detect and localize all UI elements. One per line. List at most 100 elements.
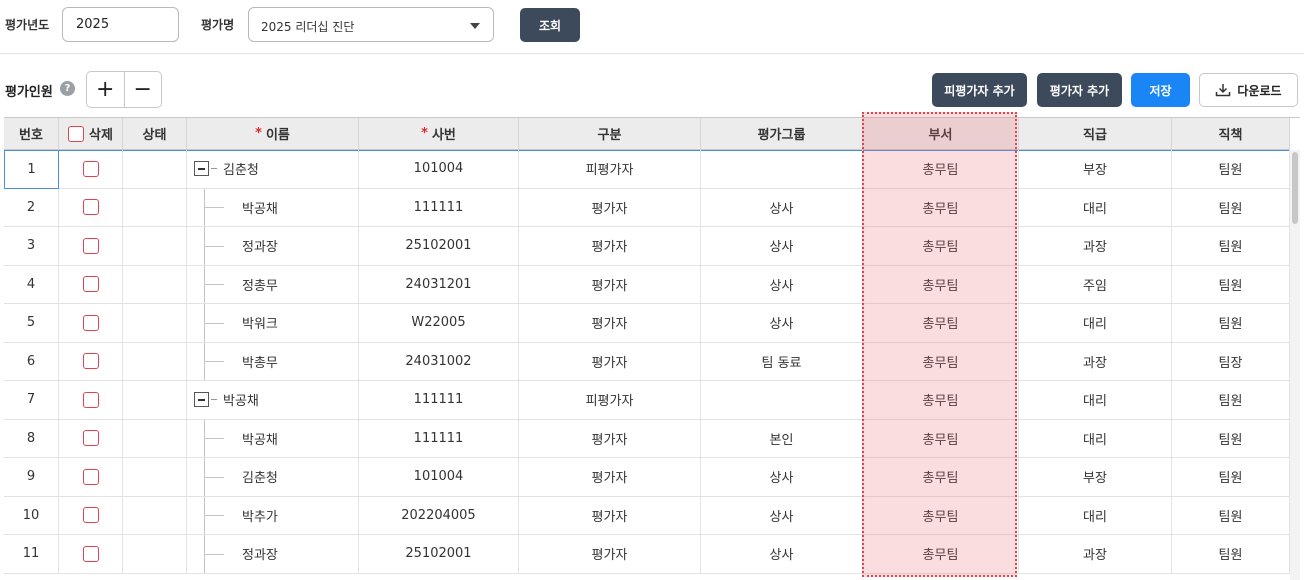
cell-position[interactable]: 팀원	[1172, 535, 1290, 574]
cell-type[interactable]: 평가자	[519, 458, 701, 497]
cell-no[interactable]: 5	[4, 304, 59, 343]
cell-name[interactable]: 김춘청	[187, 458, 359, 497]
cell-dept[interactable]: 총무팀	[863, 381, 1019, 420]
cell-position[interactable]: 팀장	[1172, 342, 1290, 381]
help-icon[interactable]: ?	[60, 81, 75, 96]
cell-emp-id[interactable]: 202204005	[359, 496, 519, 535]
cell-status[interactable]	[123, 458, 187, 497]
table-row[interactable]: 6 박총무 24031002 평가자 팀 동료 총무팀 과장 팀장	[4, 342, 1290, 381]
delete-checkbox[interactable]	[82, 391, 99, 408]
table-row[interactable]: 4 정총무 24031201 평가자 상사 총무팀 주임 팀원	[4, 265, 1290, 304]
cell-position[interactable]: 팀원	[1172, 381, 1290, 420]
cell-dept[interactable]: 총무팀	[863, 458, 1019, 497]
cell-rank[interactable]: 과장	[1019, 227, 1172, 266]
table-row[interactable]: 10 박추가 202204005 평가자 상사 총무팀 대리 팀원	[4, 496, 1290, 535]
cell-emp-id[interactable]: 25102001	[359, 227, 519, 266]
cell-name[interactable]: 박총무	[187, 342, 359, 381]
cell-status[interactable]	[123, 265, 187, 304]
cell-type[interactable]: 평가자	[519, 496, 701, 535]
cell-no[interactable]: 3	[4, 227, 59, 266]
cell-emp-id[interactable]: 101004	[359, 150, 519, 189]
cell-group[interactable]	[701, 381, 863, 420]
cell-status[interactable]	[123, 342, 187, 381]
cell-name[interactable]: 박공채	[187, 188, 359, 227]
cell-status[interactable]	[123, 535, 187, 574]
cell-name[interactable]: 정과장	[187, 535, 359, 574]
table-row[interactable]: 3 정과장 25102001 평가자 상사 총무팀 과장 팀원	[4, 227, 1290, 266]
cell-status[interactable]	[123, 227, 187, 266]
cell-group[interactable]: 상사	[701, 265, 863, 304]
cell-name[interactable]: 정총무	[187, 265, 359, 304]
collapse-icon[interactable]	[194, 392, 209, 408]
cell-no[interactable]: 1	[4, 150, 59, 189]
cell-emp-id[interactable]: 101004	[359, 458, 519, 497]
table-row[interactable]: 9 김춘청 101004 평가자 상사 총무팀 부장 팀원	[4, 458, 1290, 497]
cell-status[interactable]	[123, 496, 187, 535]
cell-position[interactable]: 팀원	[1172, 188, 1290, 227]
cell-no[interactable]: 8	[4, 419, 59, 458]
cell-group[interactable]	[701, 150, 863, 189]
cell-dept[interactable]: 총무팀	[863, 535, 1019, 574]
save-button[interactable]: 저장	[1131, 73, 1190, 107]
scrollbar-thumb[interactable]	[1292, 152, 1298, 224]
cell-group[interactable]: 상사	[701, 304, 863, 343]
cell-dept[interactable]: 총무팀	[863, 150, 1019, 189]
cell-type[interactable]: 평가자	[519, 227, 701, 266]
table-row[interactable]: 11 정과장 25102001 평가자 상사 총무팀 과장 팀원	[4, 535, 1290, 574]
cell-type[interactable]: 평가자	[519, 188, 701, 227]
cell-group[interactable]: 본인	[701, 419, 863, 458]
cell-group[interactable]: 상사	[701, 458, 863, 497]
table-row[interactable]: 7 박공채 111111 피평가자 총무팀 대리 팀원	[4, 381, 1290, 420]
remove-row-button[interactable]: −	[123, 72, 162, 107]
cell-dept[interactable]: 총무팀	[863, 342, 1019, 381]
cell-name[interactable]: 박공채	[187, 419, 359, 458]
cell-rank[interactable]: 과장	[1019, 342, 1172, 381]
table-row[interactable]: 5 박워크 W22005 평가자 상사 총무팀 대리 팀원	[4, 304, 1290, 343]
cell-no[interactable]: 2	[4, 188, 59, 227]
cell-rank[interactable]: 주임	[1019, 265, 1172, 304]
delete-checkbox[interactable]	[82, 199, 99, 216]
cell-status[interactable]	[123, 304, 187, 343]
cell-emp-id[interactable]: 111111	[359, 381, 519, 420]
cell-rank[interactable]: 과장	[1019, 535, 1172, 574]
cell-type[interactable]: 피평가자	[519, 381, 701, 420]
collapse-icon[interactable]	[194, 161, 209, 177]
year-input[interactable]	[62, 7, 179, 42]
cell-no[interactable]: 10	[4, 496, 59, 535]
cell-emp-id[interactable]: W22005	[359, 304, 519, 343]
evaluation-name-select[interactable]: 2025 리더십 진단	[248, 7, 494, 42]
cell-type[interactable]: 평가자	[519, 265, 701, 304]
add-evaluator-button[interactable]: 평가자 추가	[1037, 73, 1122, 107]
cell-dept[interactable]: 총무팀	[863, 227, 1019, 266]
cell-position[interactable]: 팀원	[1172, 496, 1290, 535]
cell-dept[interactable]: 총무팀	[863, 496, 1019, 535]
cell-dept[interactable]: 총무팀	[863, 265, 1019, 304]
cell-name[interactable]: 박워크	[187, 304, 359, 343]
cell-emp-id[interactable]: 25102001	[359, 535, 519, 574]
add-row-button[interactable]: +	[87, 72, 124, 107]
cell-status[interactable]	[123, 419, 187, 458]
cell-no[interactable]: 7	[4, 381, 59, 420]
delete-checkbox[interactable]	[82, 237, 99, 254]
cell-group[interactable]: 상사	[701, 535, 863, 574]
cell-no[interactable]: 11	[4, 535, 59, 574]
vertical-scrollbar[interactable]	[1290, 150, 1300, 580]
select-all-checkbox[interactable]	[68, 125, 85, 142]
delete-checkbox[interactable]	[82, 545, 99, 562]
cell-emp-id[interactable]: 24031201	[359, 265, 519, 304]
cell-name[interactable]: 박공채	[187, 381, 359, 420]
cell-group[interactable]: 상사	[701, 496, 863, 535]
search-button[interactable]: 조회	[520, 8, 580, 42]
cell-status[interactable]	[123, 381, 187, 420]
table-row[interactable]: 8 박공채 111111 평가자 본인 총무팀 대리 팀원	[4, 419, 1290, 458]
cell-name[interactable]: 김춘청	[187, 150, 359, 189]
cell-position[interactable]: 팀원	[1172, 419, 1290, 458]
cell-type[interactable]: 평가자	[519, 419, 701, 458]
add-evaluatee-button[interactable]: 피평가자 추가	[932, 73, 1027, 107]
cell-position[interactable]: 팀원	[1172, 227, 1290, 266]
cell-dept[interactable]: 총무팀	[863, 304, 1019, 343]
table-row[interactable]: 2 박공채 111111 평가자 상사 총무팀 대리 팀원	[4, 188, 1290, 227]
cell-type[interactable]: 평가자	[519, 304, 701, 343]
cell-emp-id[interactable]: 111111	[359, 188, 519, 227]
delete-checkbox[interactable]	[82, 276, 99, 293]
